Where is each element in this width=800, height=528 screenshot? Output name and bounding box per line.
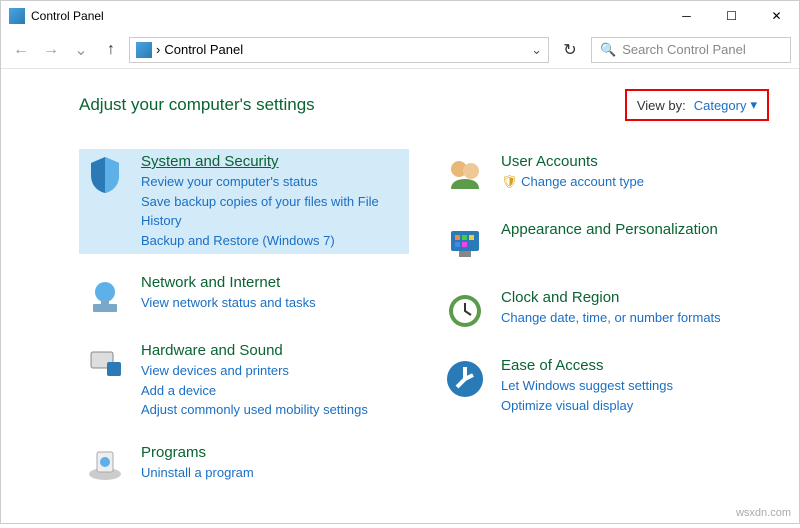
category-title[interactable]: System and Security bbox=[141, 153, 405, 170]
shield-icon bbox=[83, 153, 127, 197]
category-link[interactable]: View network status and tasks bbox=[141, 293, 405, 313]
address-dropdown-icon[interactable]: ⌄ bbox=[531, 42, 542, 58]
minimize-button[interactable]: ─ bbox=[664, 1, 709, 31]
window-title: Control Panel bbox=[31, 9, 104, 23]
category-title[interactable]: Ease of Access bbox=[501, 357, 765, 374]
category-user-accounts[interactable]: User Accounts 🛡 Change account type bbox=[439, 149, 769, 201]
category-link[interactable]: Uninstall a program bbox=[141, 463, 405, 483]
recent-locations-button[interactable]: ⌄ bbox=[69, 38, 93, 62]
chevron-down-icon: ▾ bbox=[750, 97, 757, 113]
category-programs[interactable]: Programs Uninstall a program bbox=[79, 440, 409, 492]
category-ease-of-access[interactable]: Ease of Access Let Windows suggest setti… bbox=[439, 353, 769, 419]
network-icon bbox=[83, 274, 127, 318]
category-system-security[interactable]: System and Security Review your computer… bbox=[79, 149, 409, 254]
category-network-internet[interactable]: Network and Internet View network status… bbox=[79, 270, 409, 322]
category-link[interactable]: Save backup copies of your files with Fi… bbox=[141, 192, 405, 231]
breadcrumb-separator: › bbox=[156, 42, 160, 57]
watermark: wsxdn.com bbox=[736, 507, 791, 519]
hardware-icon bbox=[83, 342, 127, 386]
nav-bar: ← → ⌄ ↑ › Control Panel ⌄ ↻ 🔍 Search Con… bbox=[1, 31, 799, 69]
control-panel-icon bbox=[136, 42, 152, 58]
ease-of-access-icon bbox=[443, 357, 487, 401]
app-icon bbox=[9, 8, 25, 24]
title-bar: Control Panel ─ ☐ ✕ bbox=[1, 1, 799, 31]
view-by-control[interactable]: View by: Category ▾ bbox=[625, 89, 769, 121]
category-title[interactable]: Clock and Region bbox=[501, 289, 765, 306]
category-title[interactable]: User Accounts bbox=[501, 153, 765, 170]
up-button[interactable]: ↑ bbox=[99, 38, 123, 62]
category-clock-region[interactable]: Clock and Region Change date, time, or n… bbox=[439, 285, 769, 337]
content-area: Adjust your computer's settings View by:… bbox=[1, 69, 799, 528]
appearance-icon bbox=[443, 221, 487, 265]
category-appearance[interactable]: Appearance and Personalization bbox=[439, 217, 769, 269]
category-title[interactable]: Programs bbox=[141, 444, 405, 461]
page-heading: Adjust your computer's settings bbox=[79, 95, 315, 115]
category-title[interactable]: Network and Internet bbox=[141, 274, 405, 291]
category-hardware-sound[interactable]: Hardware and Sound View devices and prin… bbox=[79, 338, 409, 424]
user-accounts-icon bbox=[443, 153, 487, 197]
address-bar[interactable]: › Control Panel ⌄ bbox=[129, 37, 549, 63]
breadcrumb-item[interactable]: Control Panel bbox=[164, 42, 243, 57]
category-link[interactable]: Let Windows suggest settings bbox=[501, 376, 765, 396]
maximize-button[interactable]: ☐ bbox=[709, 1, 754, 31]
view-by-label: View by: bbox=[637, 98, 686, 113]
programs-icon bbox=[83, 444, 127, 488]
clock-icon bbox=[443, 289, 487, 333]
search-icon: 🔍 bbox=[600, 42, 616, 58]
category-link[interactable]: Adjust commonly used mobility settings bbox=[141, 400, 405, 420]
forward-button[interactable]: → bbox=[39, 38, 63, 62]
category-link[interactable]: Review your computer's status bbox=[141, 172, 405, 192]
back-button[interactable]: ← bbox=[9, 38, 33, 62]
category-title[interactable]: Appearance and Personalization bbox=[501, 221, 765, 238]
shield-badge-icon: 🛡 bbox=[501, 174, 518, 189]
category-title[interactable]: Hardware and Sound bbox=[141, 342, 405, 359]
search-placeholder: Search Control Panel bbox=[622, 42, 746, 57]
view-by-value: Category bbox=[694, 98, 747, 113]
close-button[interactable]: ✕ bbox=[754, 1, 799, 31]
category-link[interactable]: View devices and printers bbox=[141, 361, 405, 381]
category-link[interactable]: Optimize visual display bbox=[501, 396, 765, 416]
search-input[interactable]: 🔍 Search Control Panel bbox=[591, 37, 791, 63]
category-link[interactable]: 🛡 Change account type bbox=[501, 172, 765, 192]
category-link[interactable]: Add a device bbox=[141, 381, 405, 401]
category-link[interactable]: Backup and Restore (Windows 7) bbox=[141, 231, 405, 251]
refresh-button[interactable]: ↻ bbox=[555, 37, 585, 63]
category-link[interactable]: Change date, time, or number formats bbox=[501, 308, 765, 328]
